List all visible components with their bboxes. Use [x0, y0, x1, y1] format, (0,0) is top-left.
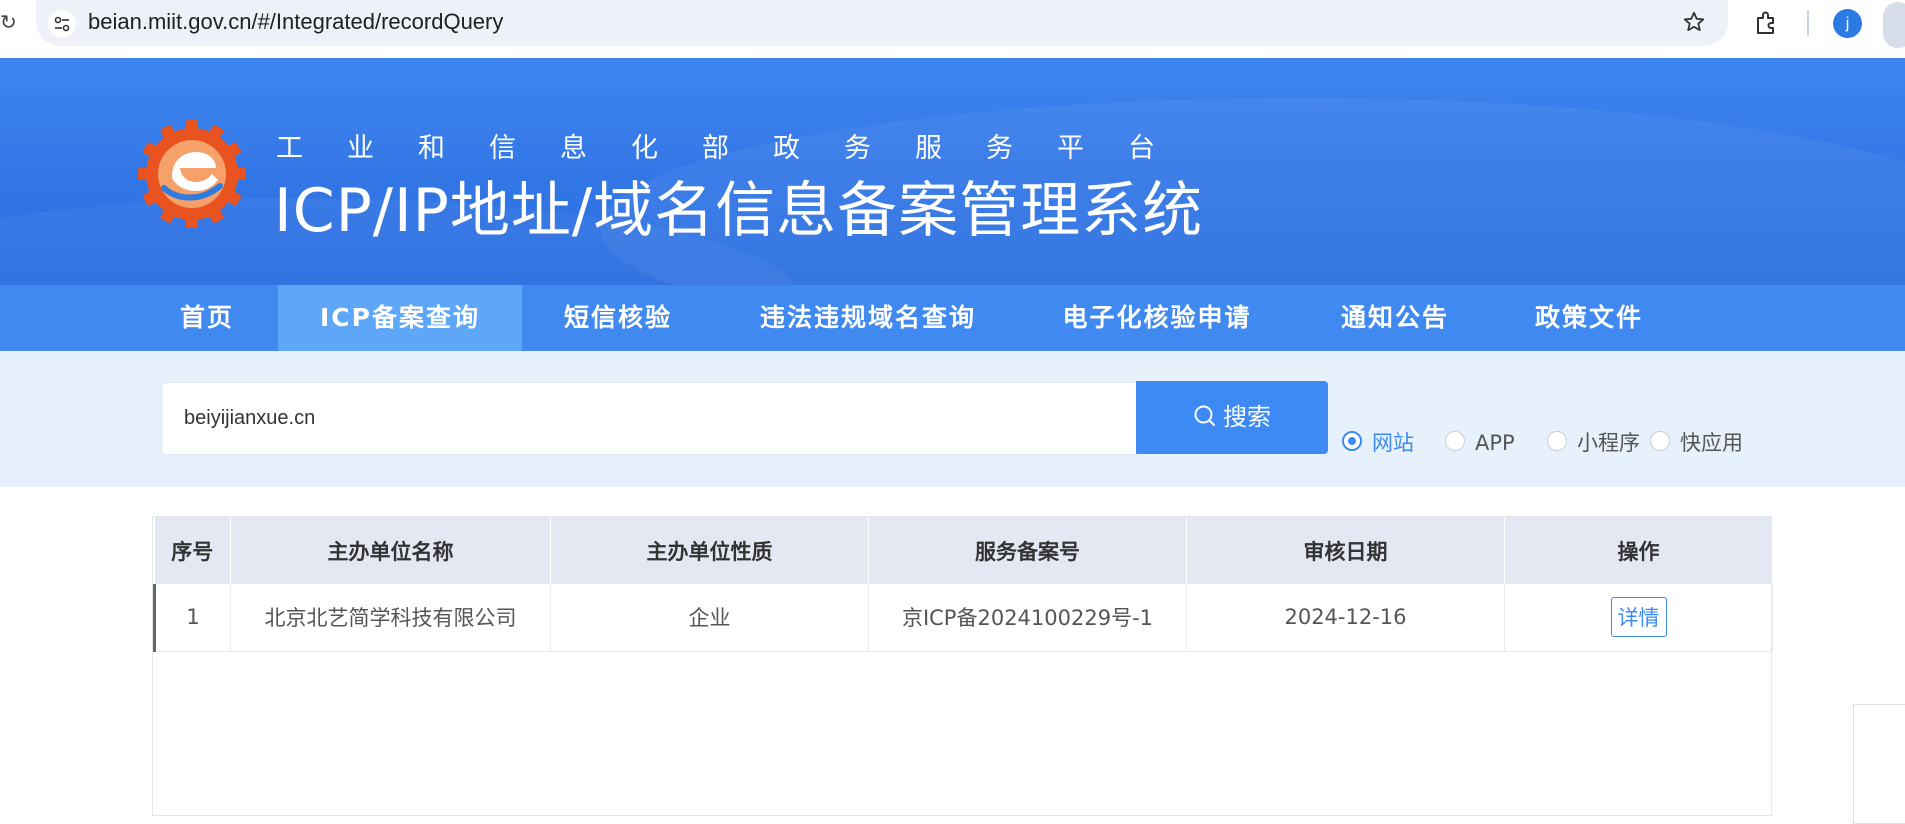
star-icon[interactable] — [1682, 10, 1706, 38]
radio-quick-app[interactable]: 快应用 — [1650, 427, 1743, 457]
search-input[interactable] — [161, 382, 1137, 455]
side-panel-button[interactable] — [1883, 2, 1905, 48]
nav-e-verify-apply[interactable]: 电子化核验申请 — [1044, 285, 1270, 351]
nav-icp-query[interactable]: ICP备案查询 — [278, 285, 522, 351]
col-header-record-number: 服务备案号 — [868, 517, 1187, 584]
table-row: 1 北京北艺简学科技有限公司 企业 京ICP备2024100229号-1 202… — [153, 584, 1773, 652]
radio-dot — [1650, 431, 1670, 451]
radio-dot — [1342, 431, 1362, 451]
radio-label: 小程序 — [1577, 431, 1640, 455]
radio-mini-program[interactable]: 小程序 — [1547, 427, 1640, 457]
floating-panel-edge — [1853, 704, 1905, 824]
radio-app[interactable]: APP — [1445, 427, 1515, 457]
cell-org-name: 北京北艺简学科技有限公司 — [230, 584, 551, 652]
address-bar[interactable]: beian.miit.gov.cn/#/Integrated/recordQue… — [36, 0, 1728, 46]
browser-toolbar: ↻ beian.miit.gov.cn/#/Integrated/recordQ… — [0, 0, 1905, 58]
extensions-icon[interactable] — [1754, 10, 1780, 40]
radio-label: 网站 — [1372, 431, 1414, 455]
nav-home[interactable]: 首页 — [152, 285, 262, 351]
cell-record-number: 京ICP备2024100229号-1 — [868, 584, 1187, 652]
url-text[interactable]: beian.miit.gov.cn/#/Integrated/recordQue… — [88, 9, 503, 35]
col-header-org-name: 主办单位名称 — [230, 517, 551, 584]
col-header-review-date: 审核日期 — [1186, 517, 1505, 584]
tune-icon[interactable] — [48, 10, 76, 38]
results-table: 序号 主办单位名称 主办单位性质 服务备案号 审核日期 操作 1 北京北艺简学科… — [152, 516, 1773, 816]
main-nav: 首页 ICP备案查询 短信核验 违法违规域名查询 电子化核验申请 通知公告 政策… — [0, 285, 1905, 351]
search-icon — [1194, 405, 1215, 426]
radio-dot — [1445, 431, 1465, 451]
details-button[interactable]: 详情 — [1610, 597, 1667, 638]
nav-notices[interactable]: 通知公告 — [1320, 285, 1470, 351]
toolbar-divider — [1807, 10, 1809, 36]
col-header-index: 序号 — [154, 517, 231, 584]
cell-org-type: 企业 — [550, 584, 869, 652]
cell-review-date: 2024-12-16 — [1186, 584, 1505, 652]
col-header-actions: 操作 — [1504, 517, 1773, 584]
radio-label: APP — [1475, 431, 1515, 455]
table-header-row: 序号 主办单位名称 主办单位性质 服务备案号 审核日期 操作 — [154, 517, 1773, 584]
url-path: /#/Integrated/recordQuery — [251, 9, 504, 34]
platform-subtitle: 工业和信息化部政务服务平台 — [276, 133, 1199, 164]
reload-icon[interactable]: ↻ — [0, 10, 17, 34]
url-host: beian.miit.gov.cn — [88, 9, 252, 34]
miit-gear-logo — [138, 120, 246, 228]
search-button-label: 搜索 — [1223, 403, 1271, 431]
search-button[interactable]: 搜索 — [1136, 381, 1328, 454]
radio-label: 快应用 — [1680, 431, 1743, 455]
col-header-org-type: 主办单位性质 — [550, 517, 869, 584]
radio-dot — [1547, 431, 1567, 451]
nav-sms-verify[interactable]: 短信核验 — [540, 285, 696, 351]
radio-website[interactable]: 网站 — [1342, 427, 1414, 457]
cell-index: 1 — [153, 584, 231, 652]
cell-actions: 详情 — [1504, 584, 1773, 652]
page-title: ICP/IP地址/域名信息备案管理系统 — [274, 176, 1204, 246]
nav-illegal-domain-query[interactable]: 违法违规域名查询 — [740, 285, 996, 351]
avatar[interactable]: j — [1833, 9, 1862, 38]
site-header: 工业和信息化部政务服务平台 ICP/IP地址/域名信息备案管理系统 — [0, 58, 1905, 285]
search-panel: 搜索 网站 APP 小程序 快应用 — [0, 351, 1905, 487]
nav-policy-docs[interactable]: 政策文件 — [1514, 285, 1664, 351]
